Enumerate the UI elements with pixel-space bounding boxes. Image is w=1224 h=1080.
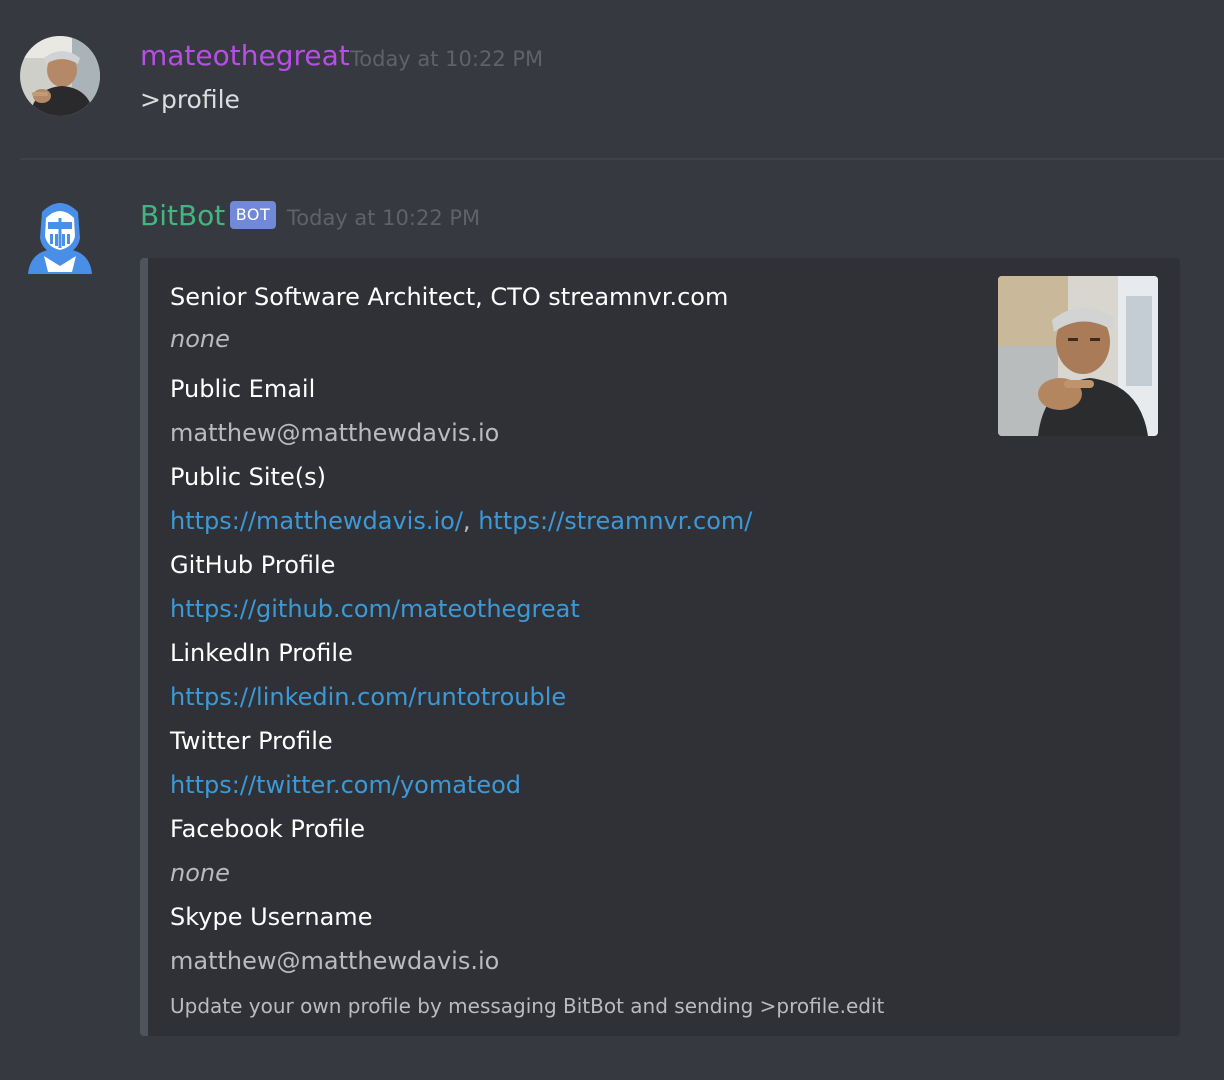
- link-github[interactable]: https://github.com/mateothegreat: [170, 595, 580, 623]
- field-value-linkedin: https://linkedin.com/runtotrouble: [170, 680, 566, 714]
- field-name-public-email: Public Email: [170, 375, 316, 403]
- field-value-github: https://github.com/mateothegreat: [170, 592, 580, 626]
- field-value-public-email: matthew@matthewdavis.io: [170, 419, 500, 447]
- embed-title: Senior Software Architect, CTO streamnvr…: [170, 283, 729, 311]
- message-text: >profile: [140, 85, 240, 114]
- message-timestamp: Today at 10:22 PM: [350, 47, 544, 71]
- bot-tag: BOT: [230, 201, 276, 229]
- author-name[interactable]: mateothegreat: [140, 38, 350, 74]
- message-timestamp: Today at 10:22 PM: [287, 206, 481, 230]
- embed-thumbnail[interactable]: [998, 276, 1158, 436]
- profile-embed: Senior Software Architect, CTO streamnvr…: [140, 258, 1180, 1036]
- link-separator: ,: [462, 507, 479, 535]
- link-twitter[interactable]: https://twitter.com/yomateod: [170, 771, 521, 799]
- user-avatar[interactable]: [20, 36, 100, 116]
- field-name-twitter: Twitter Profile: [170, 727, 333, 755]
- field-value-skype: matthew@matthewdavis.io: [170, 947, 500, 975]
- link-streamnvr[interactable]: https://streamnvr.com/: [478, 507, 752, 535]
- field-name-linkedin: LinkedIn Profile: [170, 639, 353, 667]
- message-user: mateothegreat Today at 10:22 PM >profile: [0, 0, 1224, 158]
- field-value-twitter: https://twitter.com/yomateod: [170, 768, 521, 802]
- field-name-public-sites: Public Site(s): [170, 463, 326, 491]
- field-name-github: GitHub Profile: [170, 551, 336, 579]
- embed-footer: Update your own profile by messaging Bit…: [170, 994, 885, 1018]
- bot-avatar[interactable]: [20, 196, 100, 276]
- link-matthewdavis[interactable]: https://matthewdavis.io/: [170, 507, 463, 535]
- link-linkedin[interactable]: https://linkedin.com/runtotrouble: [170, 683, 566, 711]
- profile-photo-thumbnail-icon: [998, 276, 1158, 436]
- field-name-skype: Skype Username: [170, 903, 373, 931]
- field-value-public-sites: https://matthewdavis.io/, https://stream…: [170, 504, 752, 538]
- embed-description: none: [170, 325, 230, 353]
- knight-helmet-avatar-icon: [28, 203, 92, 274]
- author-name[interactable]: BitBot: [140, 198, 225, 234]
- user-photo-avatar-icon: [20, 36, 100, 116]
- field-value-facebook: none: [170, 859, 230, 887]
- field-name-facebook: Facebook Profile: [170, 815, 366, 843]
